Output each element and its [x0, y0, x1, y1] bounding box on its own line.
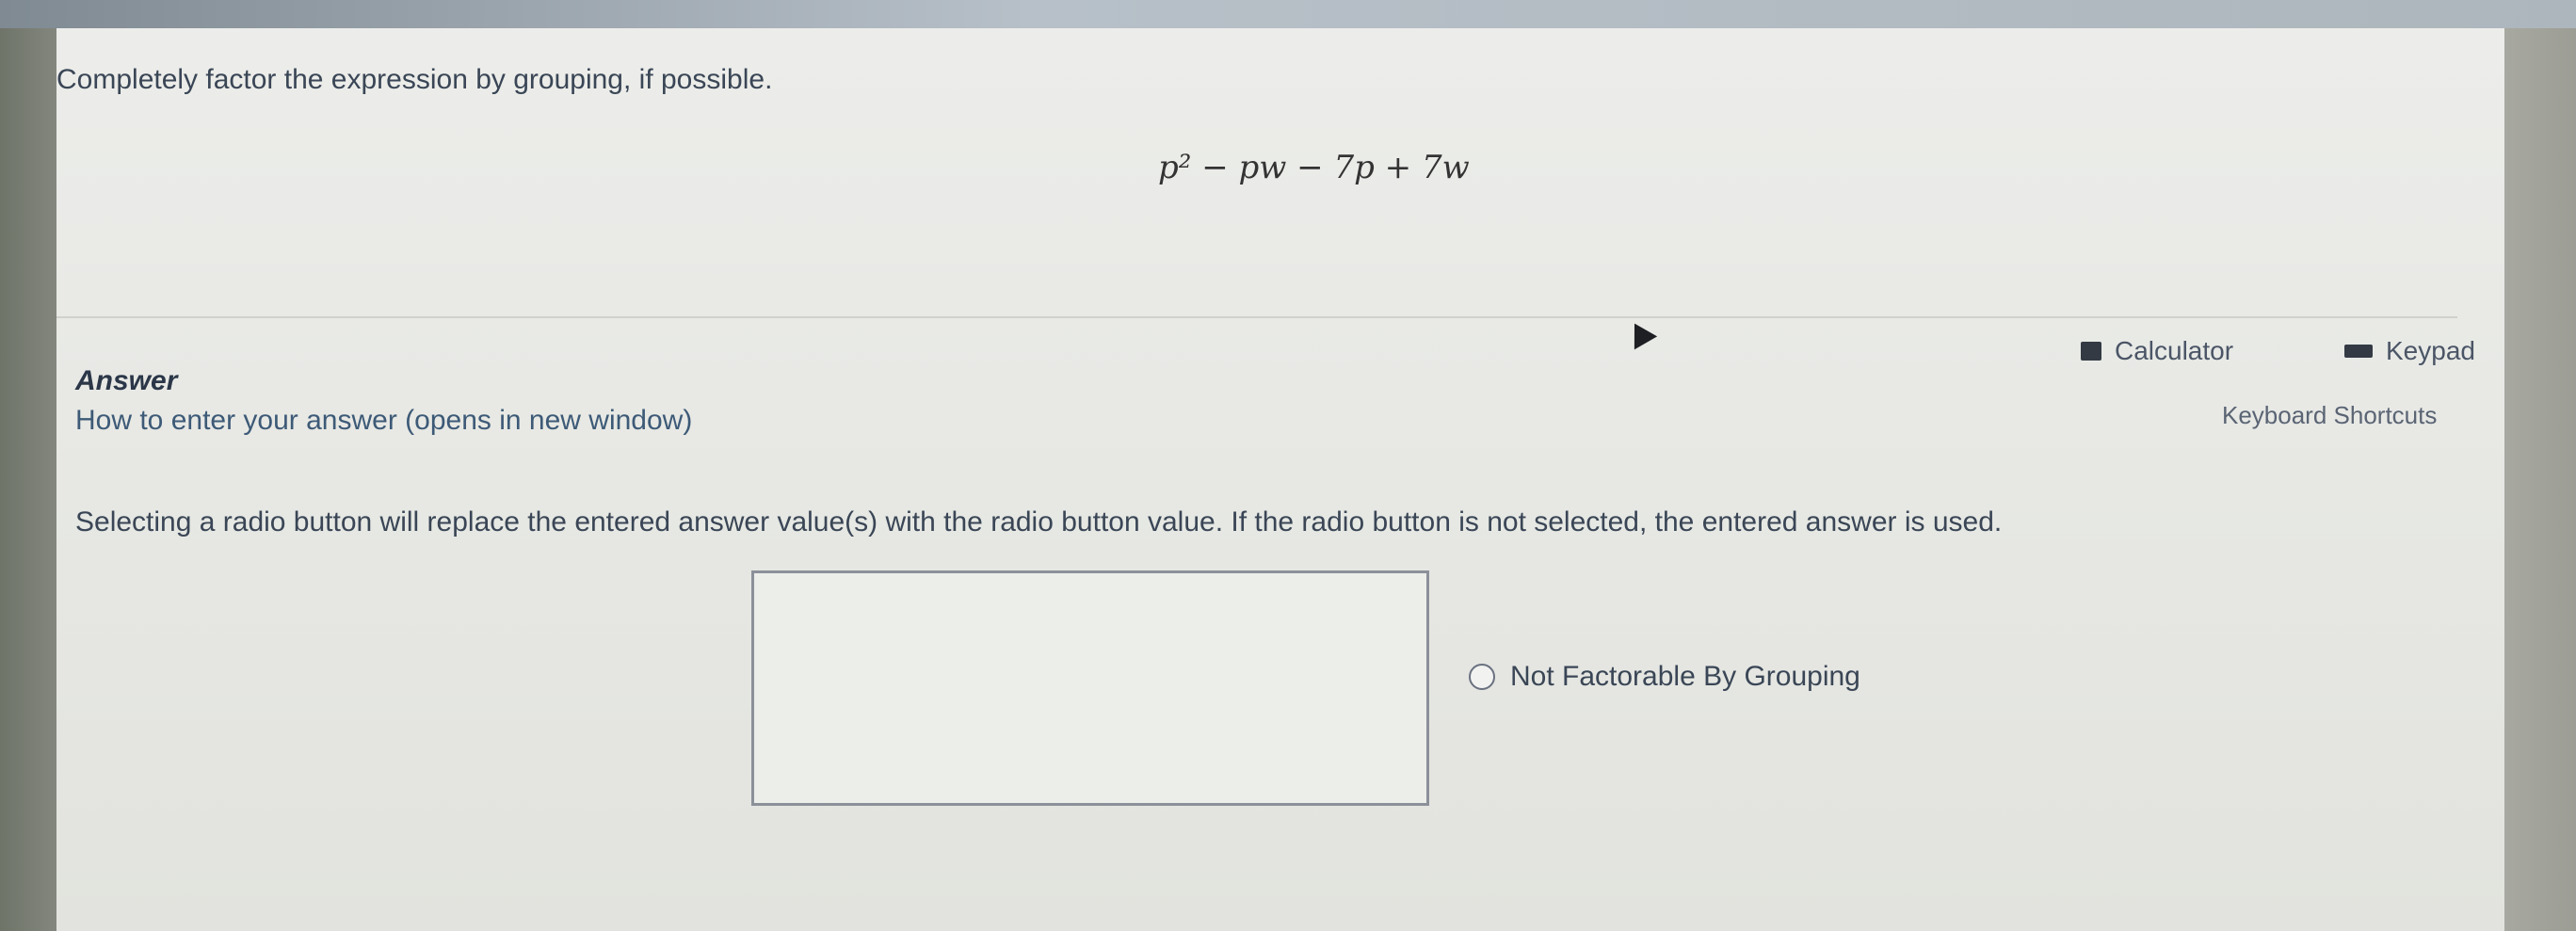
not-factorable-option[interactable]: Not Factorable By Grouping: [1469, 661, 1860, 693]
radio-instructions: Selecting a radio button will replace th…: [75, 506, 2003, 538]
question-prompt: Completely factor the expression by grou…: [56, 64, 773, 95]
calculator-button[interactable]: Calculator: [2081, 332, 2233, 370]
keypad-label: Keypad: [2386, 336, 2475, 365]
keyboard-shortcuts-link[interactable]: Keyboard Shortcuts: [2222, 401, 2437, 430]
section-divider: [56, 316, 2457, 318]
answer-heading: Answer: [75, 365, 178, 396]
math-expression: p² − pw − 7p + 7w: [1158, 149, 1470, 186]
keypad-button[interactable]: Keypad: [2344, 332, 2475, 370]
radio-label: Not Factorable By Grouping: [1510, 661, 1860, 692]
radio-button[interactable]: [1469, 664, 1495, 690]
keypad-icon: [2344, 345, 2373, 358]
help-link[interactable]: How to enter your answer (opens in new w…: [75, 405, 692, 437]
answer-input-box[interactable]: [751, 570, 1429, 806]
calculator-icon: [2081, 342, 2101, 361]
browser-top-edge: [0, 0, 2576, 28]
calculator-label: Calculator: [2115, 336, 2234, 365]
